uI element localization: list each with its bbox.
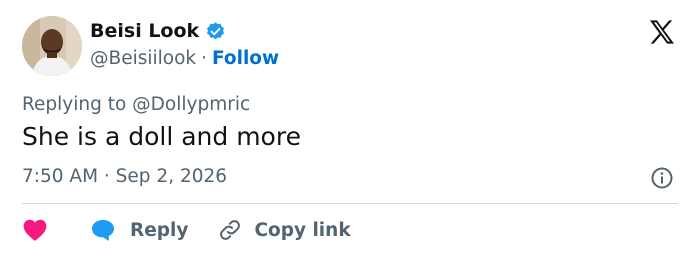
tweet-text: She is a doll and more (22, 122, 301, 151)
link-icon (220, 220, 241, 240)
divider (22, 203, 678, 204)
author-name[interactable]: Beisi Look (90, 20, 199, 42)
follow-button[interactable]: Follow (212, 48, 279, 69)
copy-link-button[interactable]: Copy link (218, 218, 351, 242)
reply-button[interactable]: Reply (90, 218, 188, 242)
action-bar: Reply Copy link (22, 216, 351, 244)
x-logo-icon[interactable] (646, 17, 678, 49)
author-handle-row: @Beisiilook · Follow (90, 48, 279, 69)
copy-link-label: Copy link (254, 219, 351, 241)
verified-badge-icon (207, 21, 225, 39)
info-icon[interactable] (650, 166, 674, 190)
author-name-row: Beisi Look (90, 20, 226, 42)
replying-to-text: Replying to @Dollypmric (22, 94, 251, 115)
like-button[interactable] (22, 218, 48, 242)
author-handle[interactable]: @Beisiilook (90, 48, 196, 69)
heart-icon (23, 219, 47, 241)
avatar-photo (22, 16, 82, 76)
speech-bubble-icon (92, 220, 114, 241)
tweet-timestamp[interactable]: 7:50 AM · Sep 2, 2026 (22, 166, 227, 187)
avatar[interactable] (22, 16, 82, 76)
reply-label: Reply (130, 219, 189, 241)
separator-dot: · (201, 48, 208, 69)
